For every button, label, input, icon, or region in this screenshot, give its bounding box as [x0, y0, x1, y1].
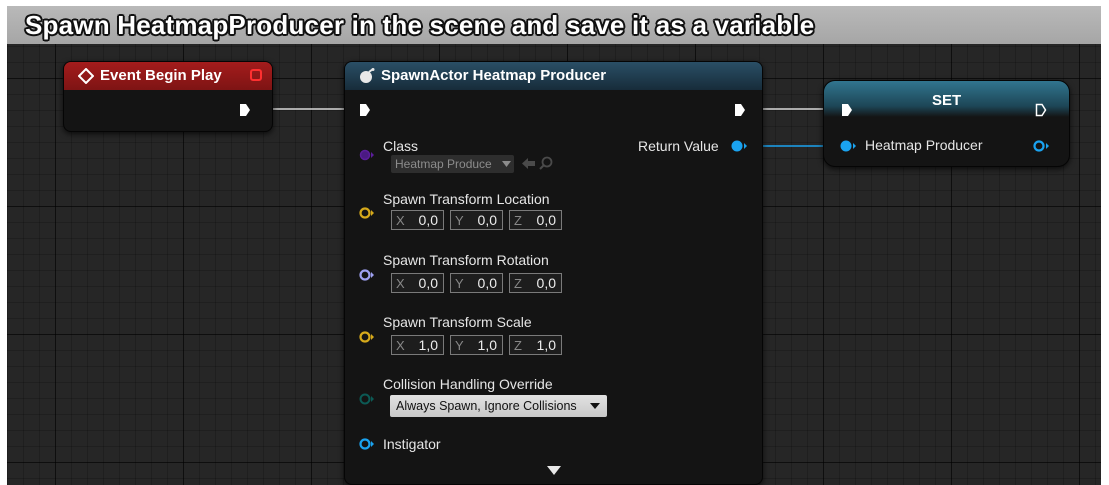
collision-override-pin[interactable]	[359, 393, 375, 405]
location-vector-fields: X 0,0 Y 0,0 Z 0,0	[391, 210, 571, 232]
location-z-value: 0,0	[536, 212, 556, 228]
rotation-z-field[interactable]: Z 0,0	[509, 273, 562, 293]
location-y-field[interactable]: Y 0,0	[450, 210, 503, 230]
set-node-title: SET	[932, 92, 962, 109]
exec-output-pin[interactable]	[1035, 103, 1047, 117]
location-pin[interactable]	[359, 207, 375, 219]
x-axis-label: X	[396, 338, 405, 353]
exec-output-pin[interactable]	[734, 103, 746, 117]
collision-override-label: Collision Handling Override	[383, 376, 553, 392]
return-value-label: Return Value	[638, 138, 719, 154]
class-pin[interactable]	[359, 149, 375, 161]
instigator-pin[interactable]	[359, 438, 375, 450]
x-axis-label: X	[396, 276, 405, 291]
rotation-pin[interactable]	[359, 269, 375, 281]
comment-text: Spawn HeatmapProducer in the scene and s…	[25, 10, 815, 40]
scale-label: Spawn Transform Scale	[383, 314, 532, 330]
scale-x-field[interactable]: X 1,0	[391, 335, 444, 355]
spawn-actor-icon	[360, 68, 375, 83]
return-value-pin[interactable]	[730, 140, 748, 152]
chevron-down-icon	[502, 161, 511, 167]
comment-box-header[interactable]: Spawn HeatmapProducer in the scene and s…	[7, 6, 1101, 44]
collision-override-dropdown[interactable]: Always Spawn, Ignore Collisions	[390, 395, 607, 417]
delegate-square-icon[interactable]	[250, 69, 262, 81]
class-label: Class	[383, 138, 419, 154]
chevron-down-icon	[590, 403, 600, 409]
heatmap-producer-label: Heatmap Producer	[865, 137, 983, 153]
spawn-node-header: SpawnActor Heatmap Producer	[345, 62, 762, 90]
exec-input-pin[interactable]	[841, 103, 853, 117]
location-y-value: 0,0	[477, 212, 497, 228]
event-node-header: Event Begin Play	[64, 62, 272, 90]
browse-search-icon[interactable]	[539, 156, 553, 170]
use-selected-arrow-icon[interactable]	[522, 157, 536, 170]
scale-pin[interactable]	[359, 331, 375, 343]
rotation-x-field[interactable]: X 0,0	[391, 273, 444, 293]
set-variable-node[interactable]: SET Heatmap Producer	[823, 80, 1070, 167]
event-begin-play-node[interactable]: Event Begin Play	[63, 61, 273, 132]
event-node-title: Event Begin Play	[100, 67, 222, 84]
scale-y-value: 1,0	[477, 337, 497, 353]
spawn-node-title: SpawnActor Heatmap Producer	[381, 67, 607, 84]
scale-y-field[interactable]: Y 1,0	[450, 335, 503, 355]
z-axis-label: Z	[514, 338, 522, 353]
rotation-z-value: 0,0	[536, 275, 556, 291]
heatmap-producer-input-pin[interactable]	[839, 140, 857, 152]
rotation-y-value: 0,0	[477, 275, 497, 291]
instigator-label: Instigator	[383, 436, 441, 452]
rotation-vector-fields: X 0,0 Y 0,0 Z 0,0	[391, 273, 571, 295]
scale-vector-fields: X 1,0 Y 1,0 Z 1,0	[391, 335, 571, 357]
exec-output-pin[interactable]	[239, 103, 251, 117]
z-axis-label: Z	[514, 276, 522, 291]
expand-advanced-arrow-icon[interactable]	[547, 466, 561, 475]
class-dropdown[interactable]: Heatmap Produce	[391, 155, 514, 173]
class-dropdown-value: Heatmap Produce	[395, 157, 492, 171]
location-x-field[interactable]: X 0,0	[391, 210, 444, 230]
spawn-actor-node[interactable]: SpawnActor Heatmap Producer Class Heatma…	[344, 61, 763, 485]
scale-z-value: 1,0	[536, 337, 556, 353]
y-axis-label: Y	[455, 338, 464, 353]
scale-z-field[interactable]: Z 1,0	[509, 335, 562, 355]
location-z-field[interactable]: Z 0,0	[509, 210, 562, 230]
y-axis-label: Y	[455, 276, 464, 291]
heatmap-producer-output-pin[interactable]	[1032, 140, 1050, 152]
z-axis-label: Z	[514, 213, 522, 228]
rotation-label: Spawn Transform Rotation	[383, 252, 549, 268]
event-diamond-icon	[78, 68, 94, 84]
y-axis-label: Y	[455, 213, 464, 228]
x-axis-label: X	[396, 213, 405, 228]
rotation-x-value: 0,0	[418, 275, 438, 291]
collision-override-value: Always Spawn, Ignore Collisions	[396, 399, 577, 413]
location-label: Spawn Transform Location	[383, 191, 550, 207]
scale-x-value: 1,0	[418, 337, 438, 353]
rotation-y-field[interactable]: Y 0,0	[450, 273, 503, 293]
exec-input-pin[interactable]	[359, 103, 371, 117]
location-x-value: 0,0	[418, 212, 438, 228]
